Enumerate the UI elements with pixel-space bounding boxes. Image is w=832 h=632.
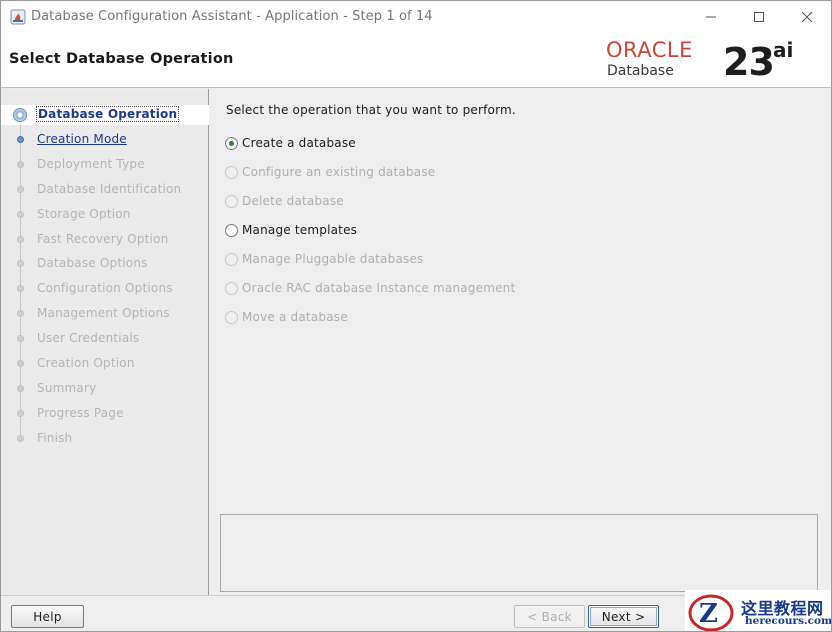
header-banner: Select Database Operation ORACLE Databas…: [1, 32, 831, 88]
back-button-label: < Back: [527, 609, 572, 624]
step-item: Configuration Options: [1, 279, 209, 299]
operation-option: Oracle RAC database Instance management: [225, 279, 515, 297]
brand-version: 23: [723, 40, 775, 84]
step-indicator-icon: [17, 210, 24, 218]
step-indicator-icon: [17, 335, 24, 343]
step-item: Fast Recovery Option: [1, 230, 209, 250]
step-indicator-icon: [17, 185, 24, 193]
option-label: Create a database: [242, 136, 356, 150]
operation-option: Delete database: [225, 192, 344, 210]
step-label: Creation Option: [37, 356, 135, 370]
next-button-label: Next >: [601, 609, 646, 624]
step-indicator-icon: [17, 235, 24, 243]
brand-suffix: ai: [773, 38, 794, 62]
step-label: Creation Mode: [37, 131, 127, 146]
steps-panel: Database Operation Creation Mode Deploymen…: [1, 89, 209, 595]
option-label: Oracle RAC database Instance management: [242, 281, 516, 295]
description-box: [220, 514, 818, 592]
back-button[interactable]: < Back: [514, 605, 585, 628]
step-indicator-icon: [17, 135, 24, 143]
step-item: Summary: [1, 379, 209, 399]
minimize-icon: [706, 16, 716, 17]
step-indicator-icon: [17, 360, 24, 367]
step-item: Storage Option: [1, 205, 209, 225]
step-label: Database Identification: [37, 181, 182, 196]
minimize-button[interactable]: [687, 1, 735, 32]
step-label: Management Options: [37, 306, 170, 321]
maximize-button[interactable]: [735, 1, 783, 32]
step-label: Deployment Type: [37, 156, 145, 171]
help-button-label: Help: [33, 609, 62, 624]
step-item: Finish: [1, 429, 209, 449]
svg-text:Z: Z: [699, 599, 718, 629]
step-indicator-icon: [17, 409, 24, 417]
option-label: Manage templates: [242, 223, 358, 237]
option-label: Delete database: [242, 194, 344, 208]
radio-button: [225, 310, 238, 324]
instruction-text: Select the operation that you want to pe…: [226, 103, 516, 117]
radio-button: [225, 252, 238, 266]
close-button[interactable]: [783, 1, 831, 32]
watermark-url: herecours.com: [745, 615, 832, 627]
brand-oracle-text: ORACLE: [606, 38, 693, 62]
operation-option[interactable]: Create a database: [225, 134, 356, 152]
step-label: Summary: [37, 380, 97, 395]
close-icon: [801, 11, 813, 22]
watermark-logo-icon: Z: [688, 594, 734, 631]
dbca-window: Database Configuration Assistant - Appli…: [0, 0, 832, 632]
operation-option[interactable]: Manage templates: [225, 221, 357, 239]
help-button[interactable]: Help: [11, 605, 84, 628]
option-label: Configure an existing database: [242, 165, 436, 179]
step-item[interactable]: Creation Mode: [1, 130, 209, 150]
step-label: Database Options: [37, 256, 148, 271]
radio-button: [225, 281, 238, 295]
next-button[interactable]: Next >: [588, 605, 659, 628]
operation-option: Manage Pluggable databases: [225, 250, 423, 268]
step-label: Configuration Options: [37, 281, 173, 296]
oracle-logo: ORACLE Database 23 ai: [606, 38, 816, 86]
window-title: Database Configuration Assistant - Appli…: [31, 9, 433, 24]
operation-option: Configure an existing database: [225, 163, 435, 181]
step-indicator-icon: [17, 310, 24, 318]
step-item[interactable]: Database Operation: [1, 105, 209, 125]
step-indicator-icon: [17, 260, 24, 268]
page-title: Select Database Operation: [9, 51, 234, 67]
radio-button: [225, 165, 238, 179]
option-label: Manage Pluggable databases: [242, 252, 424, 266]
step-item: Management Options: [1, 304, 209, 324]
step-item: Database Identification: [1, 180, 209, 200]
step-item: Creation Option: [1, 354, 209, 374]
step-item: Database Options: [1, 254, 209, 274]
step-label: Database Operation: [36, 106, 180, 122]
step-indicator-icon: [17, 160, 24, 168]
step-item: Deployment Type: [1, 155, 209, 175]
content-panel: Select the operation that you want to pe…: [210, 89, 831, 595]
maximize-icon: [754, 11, 764, 22]
step-indicator-icon: [13, 108, 27, 122]
operation-option: Move a database: [225, 308, 348, 326]
step-item: User Credentials: [1, 329, 209, 349]
radio-button[interactable]: [225, 223, 238, 237]
step-item: Progress Page: [1, 404, 209, 424]
step-indicator-icon: [17, 285, 24, 293]
site-watermark: Z 这里教程网 herecours.com: [685, 590, 832, 631]
step-label: Progress Page: [37, 405, 124, 420]
step-label: Fast Recovery Option: [37, 231, 169, 246]
step-indicator-icon: [17, 384, 24, 392]
radio-button[interactable]: [225, 136, 238, 150]
option-label: Move a database: [242, 310, 348, 324]
title-bar: Database Configuration Assistant - Appli…: [1, 1, 831, 32]
window-controls: [687, 1, 831, 32]
brand-database-text: Database: [607, 63, 674, 79]
radio-button: [225, 194, 238, 208]
step-indicator-icon: [17, 434, 24, 442]
step-label: Finish: [37, 430, 73, 445]
step-label: Storage Option: [37, 206, 131, 221]
step-label: User Credentials: [37, 331, 140, 346]
java-app-icon: [10, 9, 26, 25]
